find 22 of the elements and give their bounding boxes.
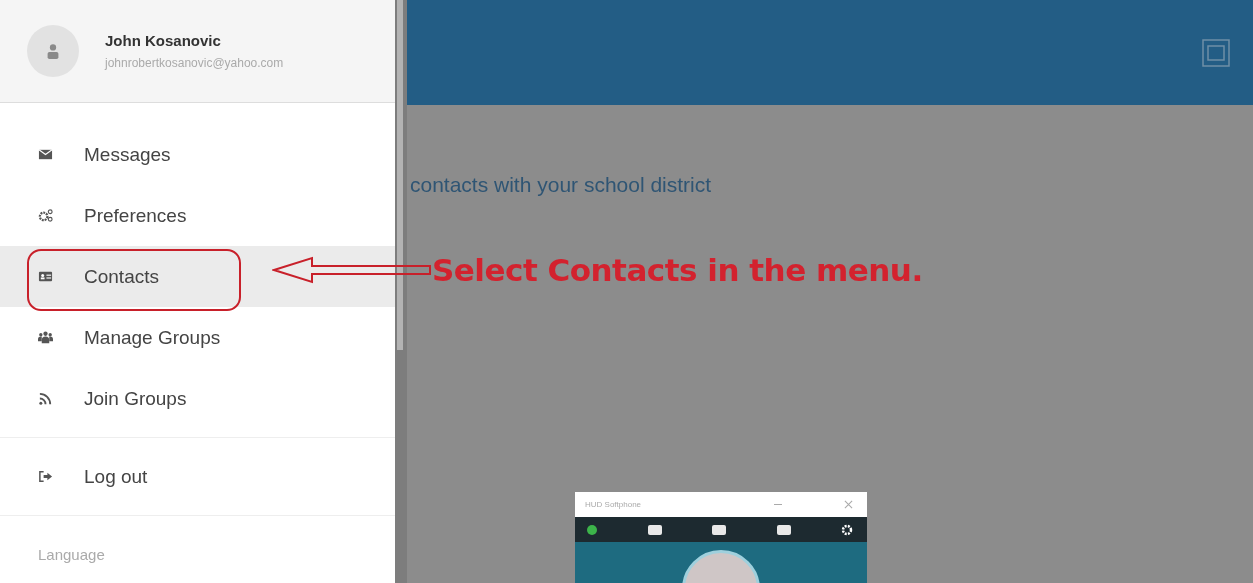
envelope-icon <box>38 147 53 162</box>
settings-icon[interactable] <box>841 523 853 536</box>
people-icon <box>38 330 53 345</box>
gears-icon <box>38 208 53 223</box>
logout-icon <box>38 469 53 484</box>
user-email: johnrobertkosanovic@yahoo.com <box>105 56 284 70</box>
menu-item[interactable]: Join Groups <box>0 368 395 429</box>
rss-icon <box>38 391 53 406</box>
menu-item[interactable]: Contacts <box>0 246 395 307</box>
arrow-icon <box>272 255 432 285</box>
avatar-icon <box>27 25 79 77</box>
annotation-text: Select Contacts in the menu. <box>432 252 923 288</box>
page-subtitle: contacts with your school district <box>410 173 713 197</box>
logout-menu-item[interactable]: Log out <box>0 446 395 507</box>
menu-item[interactable]: Messages <box>0 124 395 185</box>
menu-item[interactable]: Manage Groups <box>0 307 395 368</box>
window-title: HUD Softphone <box>585 500 643 509</box>
menu-item[interactable]: Preferences <box>0 185 395 246</box>
language-label: Language <box>37 545 106 563</box>
status-dot-icon[interactable] <box>587 524 597 535</box>
id-card-icon <box>38 269 53 284</box>
user-name: John Kosanovic <box>105 32 222 49</box>
